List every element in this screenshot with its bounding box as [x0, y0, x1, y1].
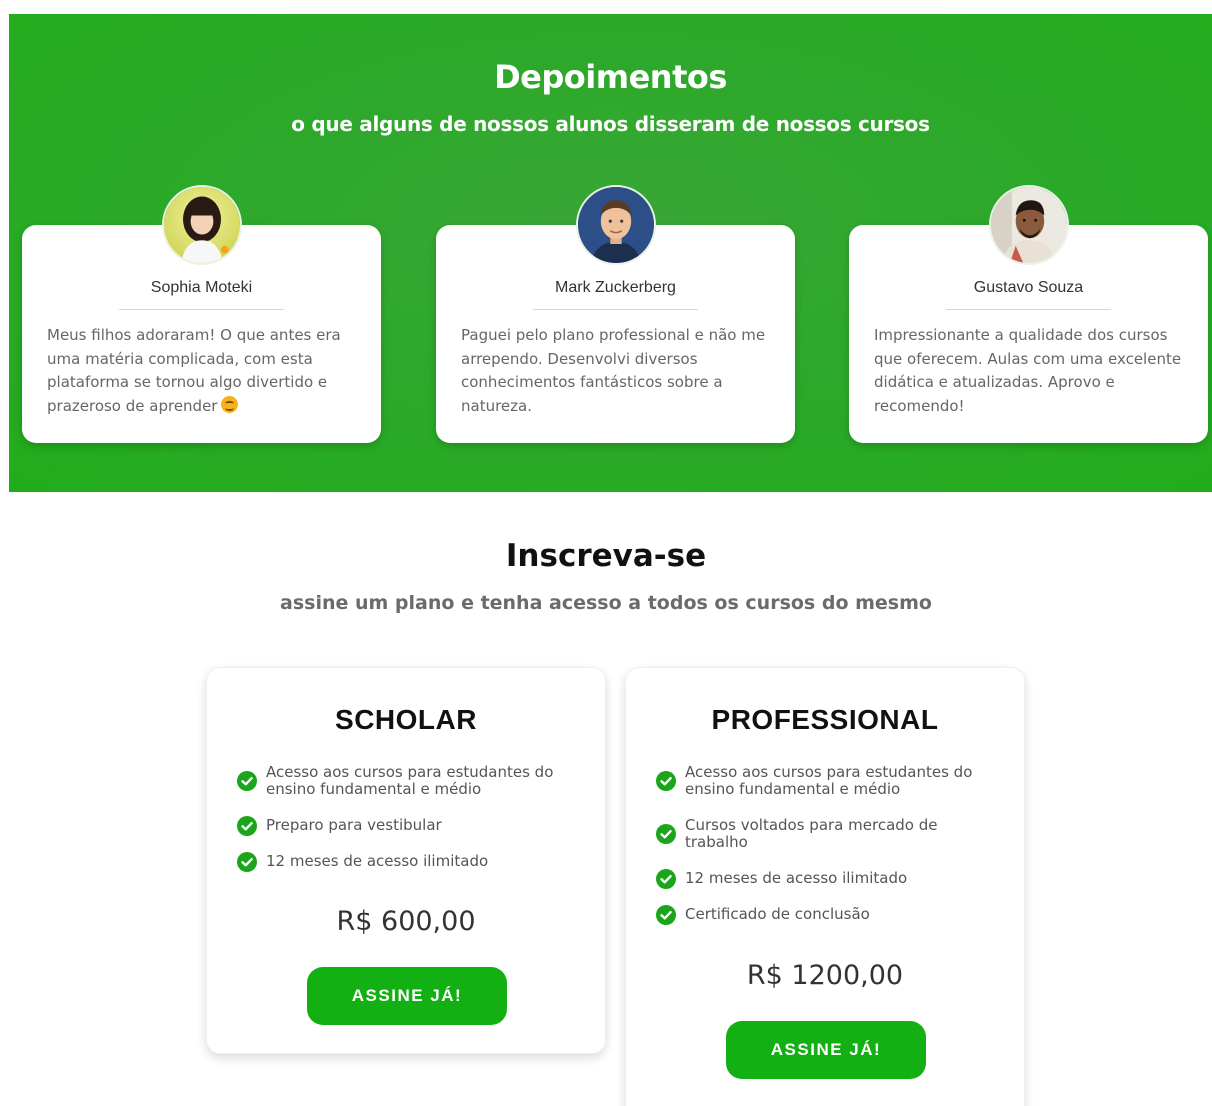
check-circle-icon — [656, 904, 676, 925]
avatar-photo-mark — [577, 187, 654, 263]
check-circle-icon — [656, 771, 676, 791]
feature-text: Acesso aos cursos para estudantes do ens… — [685, 763, 973, 798]
feature-text: Acesso aos cursos para estudantes do ens… — [266, 763, 554, 798]
plan-price: R$ 600,00 — [336, 906, 476, 937]
avatar — [161, 185, 242, 265]
pricing-title: Inscreva-se — [505, 538, 707, 574]
plan-card-professional: PROFESSIONAL Acesso aos cursos para estu… — [625, 667, 1025, 1106]
feature-item: Preparo para vestibular — [237, 815, 585, 836]
testimonial-name: Sophia Moteki — [150, 279, 253, 296]
divider — [946, 309, 1111, 310]
feature-item: Certificado de conclusão — [656, 904, 1004, 925]
subscribe-button[interactable]: ASSINE JÁ! — [307, 967, 507, 1025]
feature-list: Acesso aos cursos para estudantes do ens… — [237, 764, 585, 889]
testimonial-name: Gustavo Souza — [973, 279, 1084, 296]
testimonials-title: Depoimentos — [494, 58, 727, 96]
feature-item: 12 meses de acesso ilimitado — [237, 851, 585, 872]
avatar — [988, 185, 1069, 265]
check-circle-icon — [237, 815, 257, 836]
feature-list: Acesso aos cursos para estudantes do ens… — [656, 764, 1004, 942]
feature-item: Acesso aos cursos para estudantes do ens… — [656, 764, 1004, 798]
check-circle-icon — [237, 851, 257, 872]
feature-item: Cursos voltados para mercado de trabalho — [656, 817, 1004, 851]
feature-text: 12 meses de acesso ilimitado — [685, 869, 908, 887]
smiling-face-emoji-icon — [221, 395, 239, 413]
testimonial-name: Mark Zuckerberg — [555, 279, 676, 296]
testimonials-section: Depoimentos o que alguns de nossos aluno… — [9, 14, 1212, 492]
feature-item: Acesso aos cursos para estudantes do ens… — [237, 764, 585, 798]
testimonial-card: Sophia Moteki Meus filhos adoraram! O qu… — [22, 185, 381, 443]
feature-text: 12 meses de acesso ilimitado — [266, 852, 489, 870]
check-circle-icon — [656, 868, 676, 889]
avatar-photo-sophia — [163, 187, 240, 263]
avatar-photo-gustavo — [990, 187, 1067, 263]
divider — [119, 309, 284, 310]
testimonial-card: Gustavo Souza Impressionante a qualidade… — [849, 185, 1208, 443]
plan-name: PROFESSIONAL — [711, 704, 939, 735]
plan-card-scholar: SCHOLAR Acesso aos cursos para estudante… — [206, 667, 606, 1054]
testimonial-text-body: Meus filhos adoraram! O que antes era um… — [47, 326, 341, 415]
avatar — [575, 185, 656, 265]
plan-name: SCHOLAR — [335, 704, 477, 735]
feature-item: 12 meses de acesso ilimitado — [656, 868, 1004, 889]
feature-text: Cursos voltados para mercado de trabalho — [685, 816, 938, 851]
feature-text: Certificado de conclusão — [685, 905, 870, 923]
pricing-subtitle: assine um plano e tenha acesso a todos o… — [280, 592, 932, 614]
testimonial-text: Paguei pelo plano professional e não me … — [461, 326, 766, 415]
divider — [533, 309, 698, 310]
testimonial-text: Impressionante a qualidade dos cursos qu… — [874, 326, 1182, 415]
subscribe-button[interactable]: ASSINE JÁ! — [726, 1021, 926, 1079]
testimonial-card: Mark Zuckerberg Paguei pelo plano profes… — [436, 185, 795, 443]
check-circle-icon — [237, 771, 257, 791]
feature-text: Preparo para vestibular — [266, 816, 442, 834]
testimonials-subtitle: o que alguns de nossos alunos disseram d… — [291, 112, 930, 136]
testimonial-text: Meus filhos adoraram! O que antes era um… — [47, 324, 359, 418]
plan-price: R$ 1200,00 — [746, 960, 904, 991]
check-circle-icon — [656, 824, 676, 844]
